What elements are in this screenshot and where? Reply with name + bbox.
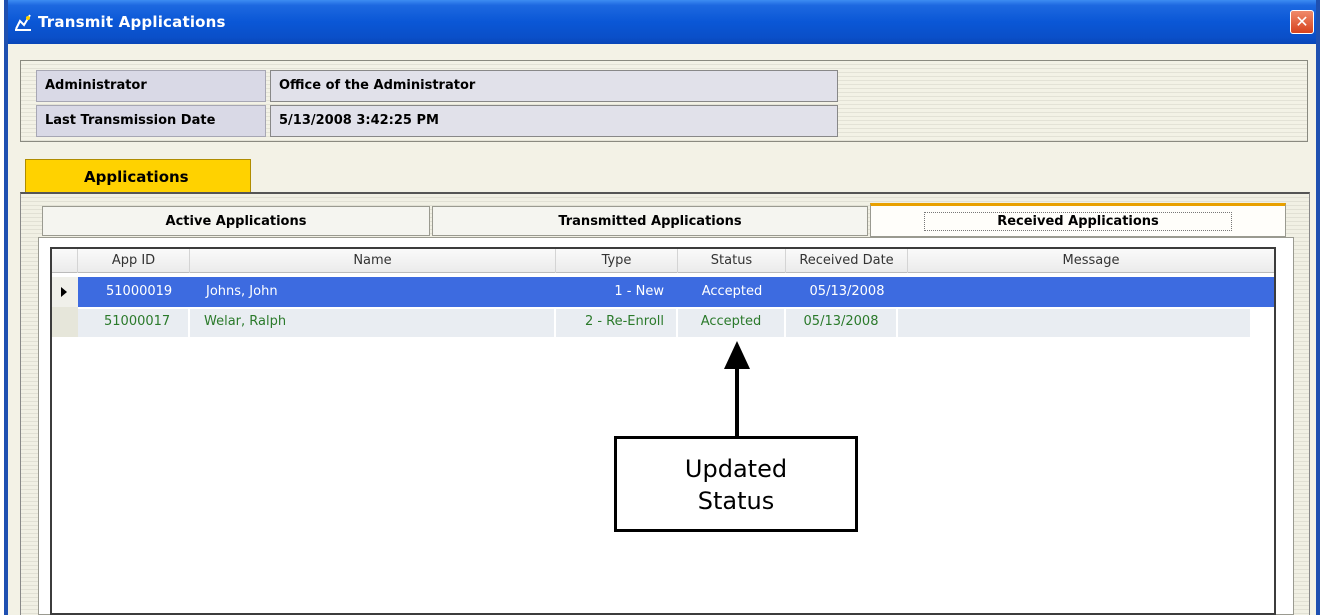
table-row[interactable]: 51000017 Welar, Ralph 2 - Re-Enroll Acce… [52, 307, 1274, 337]
last-transmission-label: Last Transmission Date [36, 105, 266, 137]
column-header-type[interactable]: Type [556, 249, 678, 273]
cell-name[interactable]: Welar, Ralph [190, 309, 554, 337]
administrator-row: Administrator Office of the Administrato… [36, 70, 838, 102]
tab-received-applications-label: Received Applications [924, 212, 1232, 231]
annotation-line-2: Status [697, 487, 775, 515]
column-header-app-id[interactable]: App ID [78, 249, 190, 273]
annotation-arrow-head [724, 341, 750, 369]
row-indicator[interactable] [52, 277, 78, 307]
column-header-received-date[interactable]: Received Date [786, 249, 908, 273]
current-row-arrow-icon [61, 287, 67, 297]
cell-received-date[interactable]: 05/13/2008 [786, 277, 908, 307]
cell-name[interactable]: Johns, John [190, 277, 556, 307]
last-transmission-value: 5/13/2008 3:42:25 PM [270, 105, 838, 137]
app-icon [14, 13, 32, 31]
cell-type[interactable]: 1 - New [556, 277, 678, 307]
cell-type[interactable]: 2 - Re-Enroll [556, 309, 676, 337]
tab-transmitted-applications[interactable]: Transmitted Applications [432, 206, 868, 236]
administrator-value: Office of the Administrator [270, 70, 838, 102]
table-row[interactable]: 51000019 Johns, John 1 - New Accepted 05… [52, 277, 1274, 307]
info-panel: Administrator Office of the Administrato… [20, 60, 1308, 142]
applications-grid: App ID Name Type Status Received Date Me… [50, 247, 1276, 615]
tab-active-applications[interactable]: Active Applications [42, 206, 430, 236]
column-header-message[interactable]: Message [908, 249, 1274, 273]
cell-app-id[interactable]: 51000017 [78, 309, 188, 337]
row-header-corner [52, 249, 78, 273]
administrator-label: Administrator [36, 70, 266, 102]
window-title: Transmit Applications [38, 13, 226, 31]
last-transmission-row: Last Transmission Date 5/13/2008 3:42:25… [36, 105, 838, 137]
title-bar[interactable]: Transmit Applications ✕ [8, 0, 1316, 44]
annotation-callout: Updated Status [614, 436, 858, 532]
column-header-status[interactable]: Status [678, 249, 786, 273]
tab-applications[interactable]: Applications [25, 159, 251, 193]
cell-status[interactable]: Accepted [678, 277, 786, 307]
row-indicator[interactable] [52, 307, 78, 337]
cell-status[interactable]: Accepted [678, 309, 784, 337]
column-header-name[interactable]: Name [190, 249, 556, 273]
cell-received-date[interactable]: 05/13/2008 [786, 309, 896, 337]
grid-header: App ID Name Type Status Received Date Me… [52, 249, 1274, 273]
cell-app-id[interactable]: 51000019 [78, 277, 190, 307]
tab-received-applications[interactable]: Received Applications [870, 203, 1286, 237]
cell-message[interactable] [908, 277, 1274, 307]
close-button[interactable]: ✕ [1290, 10, 1314, 34]
annotation-line-1: Updated [684, 455, 788, 483]
cell-message[interactable] [898, 309, 1250, 337]
annotation-arrow-line [735, 368, 739, 436]
